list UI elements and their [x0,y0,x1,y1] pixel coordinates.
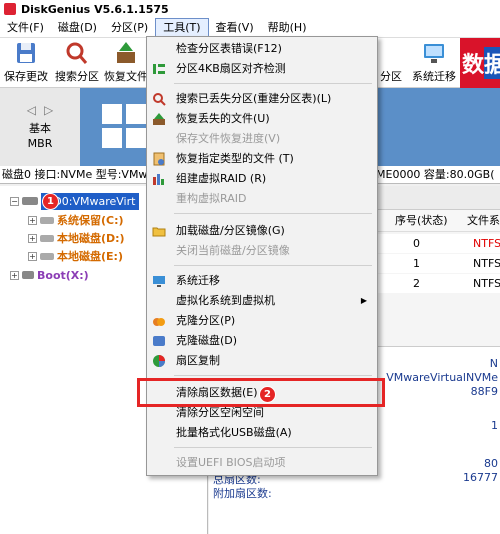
system-migrate-button[interactable]: 系统迁移 [408,40,460,86]
menu-item-close-image[interactable]: 关闭当前磁盘/分区镜像 [147,241,377,261]
recover-files-button[interactable]: 恢复文件 [104,40,148,86]
highlight-annotation-box [137,378,385,407]
menu-separator [174,83,372,84]
menu-item-4k-align-check[interactable]: 分区4KB扇区对齐检测 [147,59,377,79]
tree-partition-c[interactable]: + 系统保留(C:) [28,211,124,229]
folder-icon [152,224,166,238]
title-bar: DiskGenius V5.6.1.1575 [0,0,500,18]
prev-arrow-icon[interactable]: ◁ [27,103,36,117]
menu-separator [174,213,372,214]
disk-nav-panel: ◁ ▷ 基本 MBR [0,88,80,166]
partition-icon [40,216,54,224]
next-arrow-icon[interactable]: ▷ [44,103,53,117]
partition-icon [40,234,54,242]
submenu-arrow-icon: ▶ [360,296,367,305]
disk-icon [22,197,38,205]
menu-item-sector-copy[interactable]: 扇区复制 [147,351,377,371]
menu-item-save-recovery-progress[interactable]: 保存文件恢复进度(V) [147,129,377,149]
monitor-icon [422,40,446,66]
save-changes-button[interactable]: 保存更改 [2,40,50,86]
app-title: DiskGenius V5.6.1.1575 [21,2,169,16]
monitor-icon [152,274,166,288]
magnifier-icon [152,92,166,106]
menu-view[interactable]: 查看(V) [209,18,261,38]
tree-disk0[interactable]: − HD0:VMwareVirt [10,192,140,210]
menu-item-batch-format-usb[interactable]: 批量格式化USB磁盘(A) [147,423,377,443]
recover-icon [114,40,138,66]
menu-item-system-migrate[interactable]: 系统迁移 [147,271,377,291]
menu-item-check-partition-table[interactable]: 检查分区表错误(F12) [147,39,377,59]
partition-icon [379,40,403,66]
clone-partition-icon [152,314,166,328]
menu-item-search-lost-partition[interactable]: 搜索已丢失分区(重建分区表)(L) [147,89,377,109]
clone-disk-icon [152,334,166,348]
ad-text-2: 据 [484,47,500,79]
expand-icon[interactable]: + [10,270,19,280]
expand-icon[interactable]: + [28,233,37,243]
menu-help[interactable]: 帮助(H) [261,18,314,38]
ad-text: 数 [462,53,485,78]
save-changes-label: 保存更改 [4,70,48,83]
menu-disk[interactable]: 磁盘(D) [51,18,104,38]
col-fs-header[interactable]: 文件系 [467,210,500,232]
sector-copy-icon [152,354,166,368]
tree-boot[interactable]: + Boot(X:) [10,266,89,284]
app-icon [4,3,16,15]
col-seq-header[interactable]: 序号(状态) [395,210,448,232]
menu-item-rebuild-virtual-raid[interactable]: 重构虚拟RAID [147,189,377,209]
menu-file[interactable]: 文件(F) [0,18,51,38]
search-partition-button[interactable]: 搜索分区 [52,40,102,86]
menu-partition[interactable]: 分区(P) [104,18,155,38]
recover-files-label: 恢复文件 [104,70,148,83]
recover-icon [152,112,166,126]
menu-separator [174,265,372,266]
search-partition-label: 搜索分区 [55,70,99,83]
menu-tools[interactable]: 工具(T) [155,17,209,38]
tree-partition-d[interactable]: + 本地磁盘(D:) [28,229,125,247]
menu-separator [174,375,372,376]
menu-item-load-image[interactable]: 加载磁盘/分区镜像(G) [147,221,377,241]
expand-icon[interactable]: + [28,215,37,225]
disk-nav-arrows[interactable]: ◁ ▷ [23,103,57,117]
align-icon [152,62,166,76]
disk-info-left: 磁盘0 接口:NVMe 型号:VMw [2,168,148,181]
disk-info-right: ME0000 容量:80.0GB( [376,168,495,181]
menu-item-clone-partition[interactable]: 克隆分区(P) [147,311,377,331]
step-badge-1: 1 [42,193,59,210]
system-migrate-label: 系统迁移 [412,70,456,83]
tree-partition-e[interactable]: + 本地磁盘(E:) [28,247,123,265]
menu-separator [174,447,372,448]
partition-button[interactable]: 分区 [376,40,406,86]
menu-bar: 文件(F) 磁盘(D) 分区(P) 工具(T) 查看(V) 帮助(H) [0,17,500,38]
ad-banner[interactable]: 数 据 [460,38,500,88]
raid-icon [152,172,166,186]
tools-menu: 检查分区表错误(F12) 分区4KB扇区对齐检测 搜索已丢失分区(重建分区表)(… [146,36,378,476]
menu-item-clone-disk[interactable]: 克隆磁盘(D) [147,331,377,351]
disk-type-label: 基本 MBR [27,122,53,150]
collapse-icon[interactable]: − [10,196,19,206]
menu-item-build-virtual-raid[interactable]: 组建虚拟RAID (R) [147,169,377,189]
menu-item-recover-lost-files[interactable]: 恢复丢失的文件(U) [147,109,377,129]
usb-disk-icon [22,271,34,279]
menu-item-recover-file-type[interactable]: 恢复指定类型的文件 (T) [147,149,377,169]
menu-item-uefi-boot[interactable]: 设置UEFI BIOS启动项 [147,453,377,473]
file-type-icon [152,152,166,166]
save-icon [14,40,38,66]
magnifier-icon [65,40,89,66]
expand-icon[interactable]: + [28,251,37,261]
menu-item-virtualize-system[interactable]: 虚拟化系统到虚拟机 ▶ [147,291,377,311]
windows-logo-icon [102,104,146,148]
partition-label: 分区 [380,70,402,83]
partition-icon [40,252,54,260]
